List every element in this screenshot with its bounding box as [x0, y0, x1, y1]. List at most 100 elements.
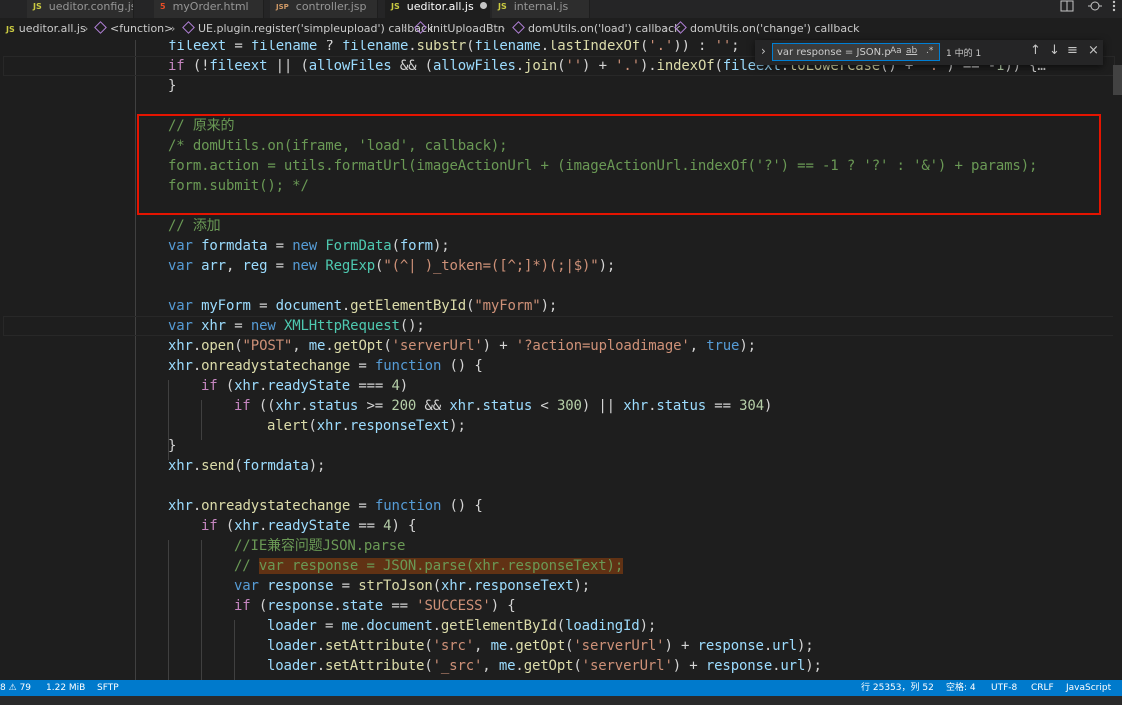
tab-ueditor-config-js[interactable]: JS ueditor.config.js: [27, 0, 134, 18]
code-line[interactable]: }: [168, 436, 176, 456]
tab-controller-jsp[interactable]: JSP controller.jsp: [270, 0, 378, 18]
arrow-up-icon[interactable]: ↑: [1030, 43, 1041, 58]
code-line[interactable]: var myForm = document.getElementById("my…: [168, 296, 557, 316]
line-ending[interactable]: CRLF: [1031, 680, 1054, 696]
breadcrumb-item-register[interactable]: UE.plugin.register('simpleupload') callb…: [182, 18, 434, 40]
js-file-icon: JS: [391, 2, 400, 11]
breadcrumb-label: <function>: [110, 22, 174, 35]
breadcrumb-item-change-callback[interactable]: domUtils.on('change') callback: [674, 18, 860, 40]
match-word-icon[interactable]: ab: [906, 46, 917, 56]
breadcrumb-label: ueditor.all.js: [18, 22, 86, 35]
function-cube-icon: [94, 21, 107, 34]
tab-label: ueditor.config.js: [48, 0, 134, 13]
unsaved-dot-icon[interactable]: [479, 2, 487, 9]
breadcrumb-label: domUtils.on('change') callback: [690, 22, 860, 35]
arrow-down-icon[interactable]: ↓: [1049, 43, 1060, 58]
editor-tab-bar: JS ueditor.config.js 5 myOrder.html JSP con…: [0, 0, 1122, 18]
tab-ueditor-all-js[interactable]: JS ueditor.all.js: [385, 0, 490, 18]
code-line[interactable]: xhr.onreadystatechange = function () {: [168, 356, 483, 376]
cursor-position[interactable]: 行 25353，列 52: [861, 680, 934, 696]
code-comment[interactable]: // var response = JSON.parse(xhr.respons…: [234, 556, 623, 576]
indent-guide: [168, 540, 169, 680]
function-cube-icon: [414, 21, 427, 34]
match-count: 1 中的 1: [946, 49, 982, 59]
indent-guide: [135, 40, 136, 680]
tab-label: myOrder.html: [172, 0, 249, 13]
indentation[interactable]: 空格: 4: [946, 680, 976, 696]
code-line[interactable]: alert(xhr.responseText);: [267, 416, 466, 436]
breadcrumb-item-load-callback[interactable]: domUtils.on('load') callback: [512, 18, 681, 40]
sftp-status[interactable]: SFTP: [97, 680, 119, 696]
indent-guide: [201, 400, 202, 440]
chevron-right-icon: ›: [501, 22, 506, 35]
code-comment[interactable]: //IE兼容问题JSON.parse: [234, 536, 405, 556]
breadcrumb-item-function[interactable]: <function>: [94, 18, 174, 40]
find-in-selection-icon[interactable]: ≡: [1067, 43, 1078, 58]
regex-icon[interactable]: .*: [926, 46, 933, 56]
open-changes-icon[interactable]: [1088, 0, 1102, 14]
js-file-icon: JS: [6, 25, 15, 34]
split-editor-icon[interactable]: [1060, 0, 1074, 14]
find-widget: › Aa ab .* 1 中的 1 ↑ ↓ ≡ ×: [755, 40, 1103, 65]
code-comment[interactable]: // 添加: [168, 216, 221, 236]
breadcrumb-label: domUtils.on('load') callback: [528, 22, 681, 35]
tab-label: controller.jsp: [295, 0, 367, 13]
breadcrumb-label: UE.plugin.register('simpleupload') callb…: [198, 22, 434, 35]
error-count: 8: [0, 683, 6, 693]
breadcrumb-item-file[interactable]: JS ueditor.all.js: [6, 18, 86, 40]
status-bar: 8 ⚠ 79 1.22 MiB SFTP 行 25353，列 52 空格: 4 …: [0, 680, 1122, 696]
chevron-right-icon: ›: [84, 22, 89, 35]
indent-guide: [234, 620, 235, 680]
code-line[interactable]: if (xhr.readyState === 4): [201, 376, 408, 396]
tab-internal-js[interactable]: JS internal.js: [492, 0, 590, 18]
code-line[interactable]: loader = me.document.getElementById(load…: [267, 616, 656, 636]
file-size: 1.22 MiB: [46, 683, 86, 693]
code-line[interactable]: xhr.open("POST", me.getOpt('serverUrl') …: [168, 336, 756, 356]
code-line[interactable]: if ((xhr.status >= 200 && xhr.status < 3…: [234, 396, 772, 416]
breadcrumb-item-inituploadbtn[interactable]: initUploadBtn: [414, 18, 505, 40]
encoding[interactable]: UTF-8: [991, 680, 1017, 696]
code-line[interactable]: xhr.onreadystatechange = function () {: [168, 496, 483, 516]
jsp-file-icon: JSP: [276, 3, 289, 11]
scrollbar-thumb[interactable]: [1113, 65, 1122, 95]
code-line[interactable]: if (xhr.readyState == 4) {: [201, 516, 416, 536]
annotation-box: [137, 114, 1101, 215]
problems-indicator[interactable]: 8 ⚠ 79: [0, 680, 31, 696]
breadcrumb: JS ueditor.all.js › <function> › UE.plugi…: [0, 18, 1122, 40]
match-case-icon[interactable]: Aa: [890, 46, 902, 56]
tab-label: internal.js: [513, 0, 569, 13]
code-line[interactable]: }: [168, 76, 176, 96]
code-editor[interactable]: fileext = filename ? filename.substr(fil…: [0, 40, 1122, 680]
js-file-icon: JS: [498, 2, 507, 11]
js-file-icon: JS: [33, 2, 42, 11]
chevron-right-icon: ›: [171, 22, 176, 35]
find-match-highlight: var response = JSON.parse(xhr.responseTe…: [258, 558, 624, 574]
vertical-scrollbar[interactable]: [1113, 65, 1122, 680]
code-line[interactable]: var response = strToJson(xhr.responseTex…: [234, 576, 590, 596]
code-line[interactable]: fileext = filename ? filename.substr(fil…: [135, 40, 739, 56]
code-line[interactable]: loader.setAttribute('src', me.getOpt('se…: [267, 636, 814, 656]
language-mode[interactable]: JavaScript: [1066, 680, 1111, 696]
tab-myorder-html[interactable]: 5 myOrder.html: [154, 0, 264, 18]
function-cube-icon: [674, 21, 687, 34]
warning-icon: ⚠: [8, 683, 17, 693]
code-line[interactable]: if (response.state == 'SUCCESS') {: [234, 596, 516, 616]
chevron-right-icon: ›: [664, 22, 669, 35]
code-line[interactable]: loader.setAttribute('_src', me.getOpt('s…: [267, 656, 822, 676]
taskbar-strip: [0, 696, 1122, 705]
chevron-right-icon: ›: [403, 22, 408, 35]
code-line[interactable]: var xhr = new XMLHttpRequest();: [168, 316, 425, 336]
code-line[interactable]: var arr, reg = new RegExp("(^| )_token=(…: [168, 256, 615, 276]
code-line[interactable]: xhr.send(formdata);: [168, 456, 325, 476]
indent-guide: [201, 540, 202, 680]
close-icon[interactable]: ×: [1088, 43, 1099, 58]
warning-count: 79: [19, 683, 32, 693]
more-actions-icon[interactable]: [1110, 0, 1118, 14]
chevron-right-icon[interactable]: ›: [761, 44, 766, 58]
html5-file-icon: 5: [160, 2, 166, 11]
breadcrumb-label: initUploadBtn: [430, 22, 505, 35]
function-cube-icon: [182, 21, 195, 34]
code-line[interactable]: var formdata = new FormData(form);: [168, 236, 450, 256]
function-cube-icon: [512, 21, 525, 34]
tab-label: ueditor.all.js: [406, 0, 474, 13]
